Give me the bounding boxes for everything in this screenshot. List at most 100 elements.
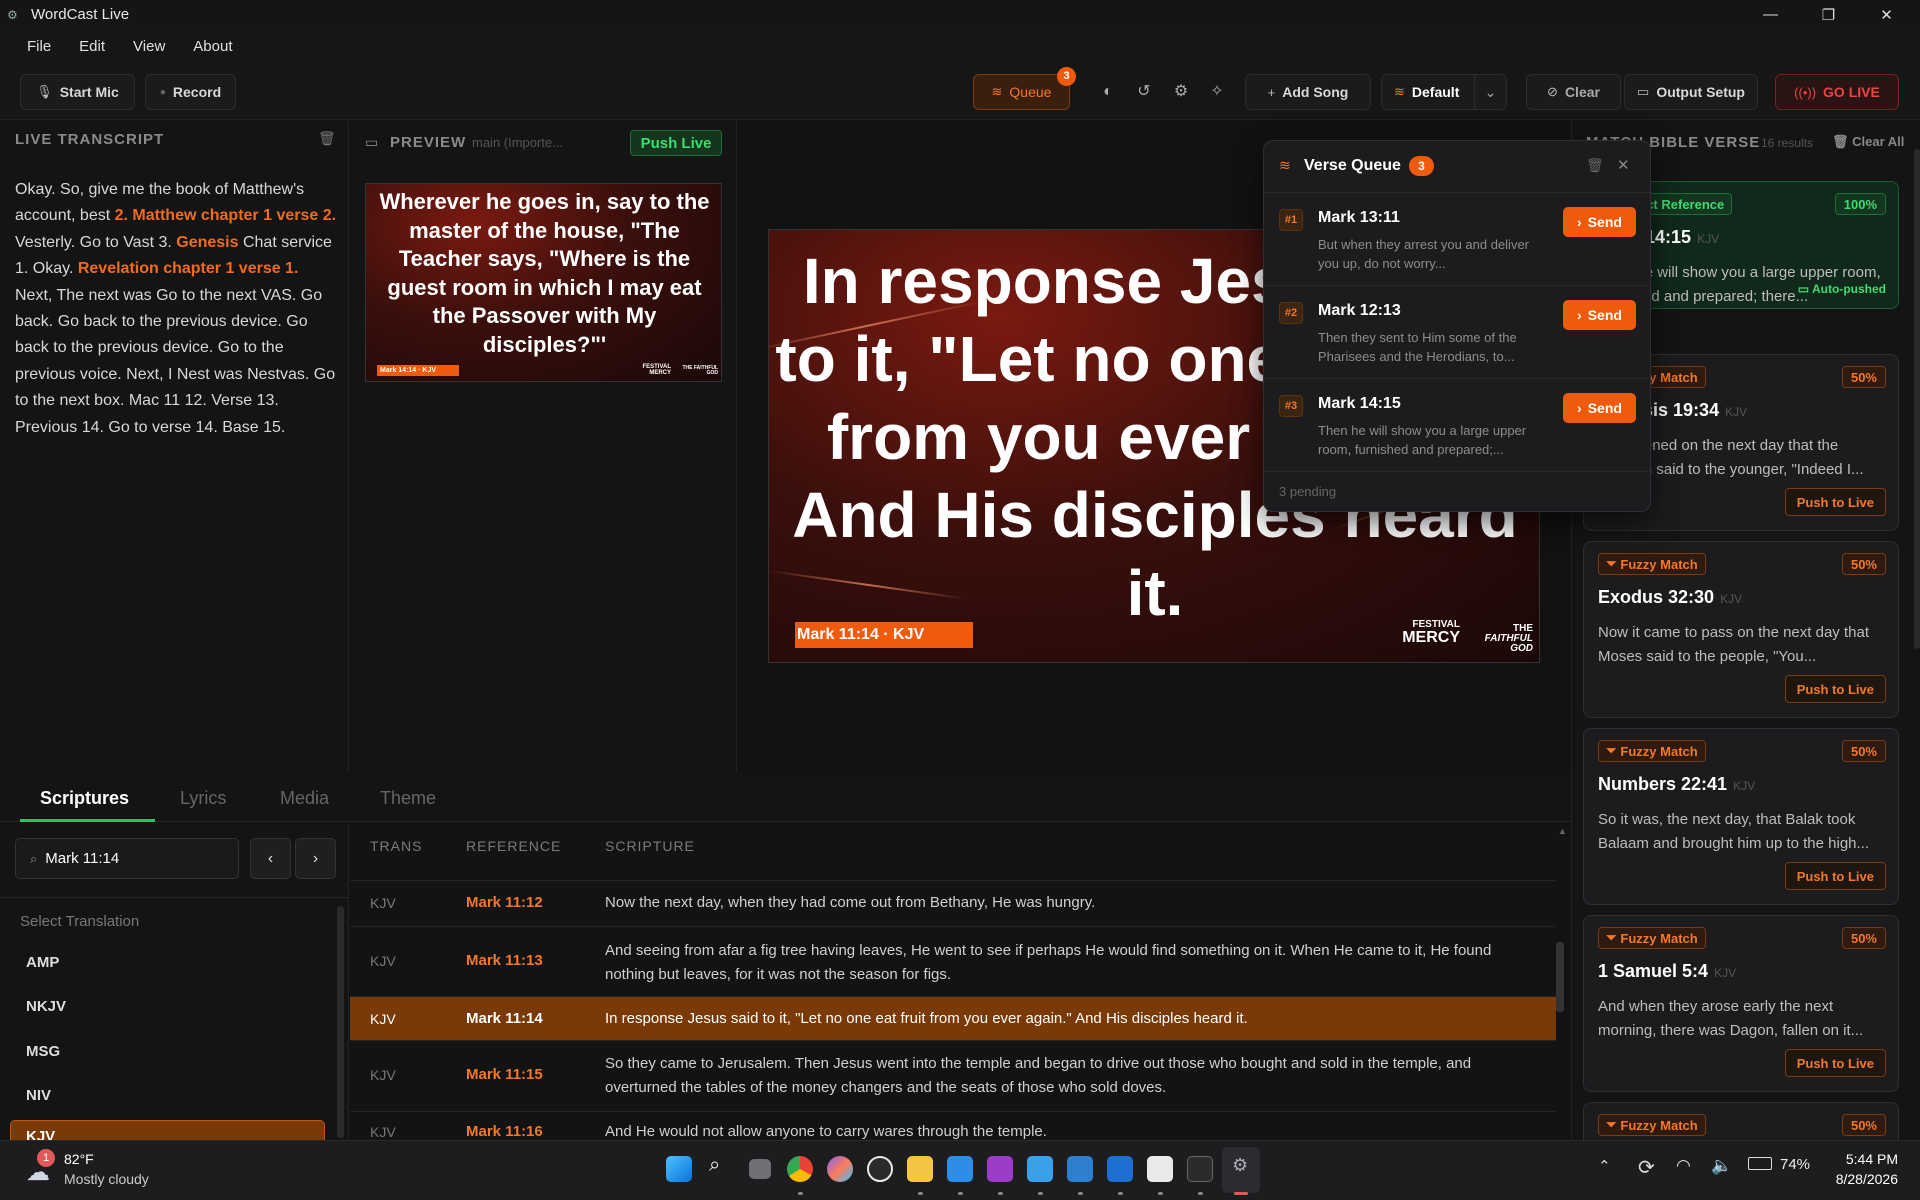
translation-option[interactable]: NKJV [26,998,66,1015]
push-to-live-button[interactable]: Push to Live [1784,488,1886,516]
push-to-live-button[interactable]: Push to Live [1784,862,1886,890]
add-song-button[interactable]: + Add Song [1245,74,1371,110]
queue-item-reference: Mark 12:13 [1318,302,1401,319]
clock-date[interactable]: 8/28/2026 [1822,1171,1898,1187]
menu-file[interactable]: File [13,38,65,55]
notepad-icon[interactable] [1027,1156,1053,1182]
chrome-icon[interactable] [787,1156,813,1182]
clock-time[interactable]: 5:44 PM [1840,1151,1898,1167]
queue-button[interactable]: ≋ Queue [973,74,1070,110]
battery-icon[interactable] [1748,1157,1772,1170]
outlook-icon[interactable] [1107,1156,1133,1182]
wordcast-app-icon[interactable]: ⚙ [1232,1155,1248,1176]
tab-lyrics[interactable]: Lyrics [180,788,226,809]
tab-theme[interactable]: Theme [380,788,436,809]
scrollbar[interactable] [337,906,344,1138]
tab-scriptures[interactable]: Scriptures [40,788,129,809]
vscode-icon[interactable] [947,1156,973,1182]
queue-item-number: #2 [1279,302,1303,324]
divider [0,897,349,898]
scripture-search-input[interactable]: ⌕ Mark 11:14 [15,838,239,879]
table-row[interactable]: KJV Mark 11:16 And He would not allow an… [350,1111,1556,1140]
filter-icon: ⏷ [1606,1117,1617,1132]
sparkles-icon[interactable]: ✧ [1208,83,1226,101]
table-row[interactable]: KJV Mark 11:15 So they came to Jerusalem… [350,1040,1556,1111]
default-theme-select[interactable]: ≋ Default ⌄ [1381,74,1507,110]
translation-option-selected[interactable]: KJV [10,1120,325,1140]
transcript-highlight[interactable]: Genesis [176,234,238,251]
chevron-down-icon[interactable]: ⌄ [1474,75,1506,109]
output-setup-button[interactable]: ▭ Output Setup [1624,74,1758,110]
filter-icon: ⏷ [1606,930,1617,945]
trash-icon[interactable]: 🗑 [1586,157,1604,174]
queue-item[interactable]: #3 Mark 14:15 Then he will show you a la… [1264,379,1650,472]
match-card[interactable]: ⏷ Fuzzy Match 50% 1 Samuel 5:4 KJV And whe… [1583,915,1899,1092]
search-icon[interactable]: ⌕ [709,1154,720,1177]
wifi-icon[interactable]: ◠ [1676,1156,1691,1176]
settings-icon[interactable]: ⚙ [1172,83,1190,101]
tab-media[interactable]: Media [280,788,329,809]
running-indicator [1118,1192,1123,1195]
table-row[interactable]: KJV Mark 11:12 Now the next day, when th… [350,880,1556,926]
transcript-highlight[interactable]: 2. Matthew chapter 1 verse 2. [115,207,336,224]
close-icon[interactable]: ✕ [1617,156,1630,174]
onenote-icon[interactable] [987,1156,1013,1182]
chevron-up-icon[interactable]: ⌃ [1598,1157,1611,1175]
translation-option[interactable]: NIV [26,1087,51,1104]
send-button[interactable]: › Send [1563,393,1636,423]
go-live-label: GO LIVE [1823,84,1880,100]
volume-icon[interactable]: 🔈 [1711,1156,1732,1176]
clear-button[interactable]: ⊘ Clear [1526,74,1621,110]
photos-icon[interactable] [1067,1156,1093,1182]
whatsapp-icon[interactable] [867,1156,893,1182]
go-live-button[interactable]: ((•)) GO LIVE [1775,74,1899,110]
push-to-live-button[interactable]: Push to Live [1784,675,1886,703]
translation-option[interactable]: AMP [26,954,59,971]
task-view-icon[interactable] [749,1159,771,1179]
store-icon[interactable] [1147,1156,1173,1182]
menu-view[interactable]: View [119,38,179,55]
previous-verse-button[interactable]: ‹ [250,838,291,879]
match-card[interactable]: ⏷ Fuzzy Match 50% Numbers 22:41 KJV So it … [1583,728,1899,905]
queue-item[interactable]: #2 Mark 12:13 Then they sent to Him some… [1264,286,1650,379]
scroll-up-icon[interactable]: ▲ [1558,826,1567,836]
sync-icon[interactable]: ⟳ [1638,1155,1655,1180]
windows-start-icon[interactable] [666,1156,692,1182]
scrollbar[interactable] [1914,149,1920,649]
microphone-icon: 🎙 [36,84,53,99]
auto-pushed-status: ▭ Auto-pushed [1797,282,1886,296]
terminal-icon[interactable] [1187,1156,1213,1182]
palette-icon[interactable]: ◐ [1099,83,1117,101]
trash-icon[interactable]: 🗑 [318,130,336,147]
menu-edit[interactable]: Edit [65,38,119,55]
clear-all-button[interactable]: 🗑 Clear All [1832,134,1904,150]
translation-option[interactable]: MSG [26,1043,60,1060]
file-explorer-icon[interactable] [907,1156,933,1182]
history-icon[interactable]: ↺ [1135,83,1153,101]
push-to-live-button[interactable]: Push to Live [1784,1049,1886,1077]
filter-icon: ⏷ [1606,743,1617,758]
preview-subtitle: main (Importe... [472,135,564,150]
close-window-button[interactable]: ✕ [1858,0,1915,29]
row-scripture: And seeing from afar a fig tree having l… [605,942,1492,983]
menu-about[interactable]: About [179,38,246,55]
output-setup-label: Output Setup [1656,84,1745,100]
match-card[interactable]: ⏷ Fuzzy Match 50% [1583,1102,1899,1140]
transcript-highlight[interactable]: Revelation chapter 1 verse 1. [78,260,299,277]
table-row-selected[interactable]: KJV Mark 11:14 In response Jesus said to… [350,996,1556,1040]
copilot-icon[interactable] [827,1156,853,1182]
next-verse-button[interactable]: › [295,838,336,879]
search-icon: ⌕ [30,850,38,866]
queue-item[interactable]: #1 Mark 13:11 But when they arrest you a… [1264,193,1650,286]
start-mic-button[interactable]: 🎙 Start Mic [20,74,135,110]
push-live-button[interactable]: Push Live [630,130,722,156]
preview-slide[interactable]: Wherever he goes in, say to the master o… [365,183,722,382]
minimize-button[interactable]: — [1742,0,1799,29]
maximize-button[interactable]: ❐ [1800,0,1857,29]
match-card[interactable]: ⏷ Fuzzy Match 50% Exodus 32:30 KJV Now it … [1583,541,1899,718]
record-button[interactable]: ● Record [145,74,236,110]
table-row[interactable]: KJV Mark 11:13 And seeing from afar a fi… [350,926,1556,999]
send-button[interactable]: › Send [1563,207,1636,237]
scrollbar[interactable] [1556,942,1564,1012]
send-button[interactable]: › Send [1563,300,1636,330]
